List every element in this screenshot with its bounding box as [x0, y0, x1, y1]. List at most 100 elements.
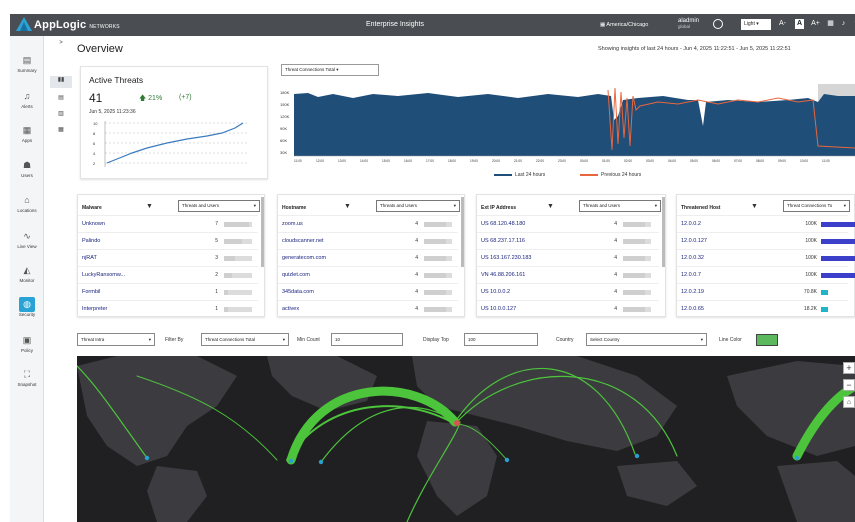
sidebar-item-policy[interactable]: ▣ Policy — [10, 332, 44, 362]
row-name[interactable]: 345data.com — [282, 289, 314, 295]
table-row[interactable]: 12.0.0.65 18.2K — [677, 300, 848, 317]
sort-select[interactable]: Threats and Users ▾ — [579, 200, 661, 212]
table-row[interactable]: generatecom.com 4 — [278, 249, 458, 266]
row-name[interactable]: 12.0.2.19 — [681, 289, 704, 295]
row-name[interactable]: cloudscanner.net — [282, 238, 324, 244]
table-row[interactable]: 12.0.0.32 100K — [677, 249, 855, 266]
active-threats-card[interactable]: Active Threats 41 🡅 21% (+7) Jun 5, 2025… — [80, 66, 268, 179]
row-name[interactable]: 12.0.0.65 — [681, 306, 704, 312]
row-name[interactable]: Palindo — [82, 238, 100, 244]
table-row[interactable]: Palindo 5 — [78, 232, 258, 249]
sidebar-item-alerts[interactable]: ♫ Alerts — [10, 88, 44, 118]
sidebar-item-monitor[interactable]: ◭ Monitor — [10, 262, 44, 292]
theme-select[interactable]: Light ▾ — [741, 19, 771, 30]
row-name[interactable]: US 68.120.48.180 — [481, 221, 525, 227]
table-row[interactable]: activex 4 — [278, 300, 458, 317]
filter-by-select[interactable]: Threat Connections Total ▾ — [201, 333, 289, 346]
row-name[interactable]: VN 46.88.206.161 — [481, 272, 525, 278]
row-name[interactable]: LuckyRansomw... — [82, 272, 125, 278]
threat-world-map[interactable] — [77, 356, 855, 522]
sidebar-item-summary[interactable]: ▤ Summary — [10, 52, 44, 82]
sidebar-item-locations[interactable]: ⌂ Locations — [10, 192, 44, 222]
row-name[interactable]: quizlet.com — [282, 272, 310, 278]
table-row[interactable]: Unknown 7 — [78, 215, 258, 232]
filter-icon[interactable]: ▼ — [146, 203, 153, 210]
sort-select[interactable]: Threats and Users ▾ — [178, 200, 260, 212]
notifications-bell-icon[interactable]: ♪ — [839, 19, 848, 29]
row-name[interactable]: Interpreter — [82, 306, 107, 312]
x-tick: 13:00 — [338, 159, 346, 163]
table-row[interactable]: US 163.167.230.183 4 — [477, 249, 659, 266]
table-row[interactable]: VN 46.88.206.161 4 — [477, 266, 659, 283]
dashboard-grid-icon[interactable]: ▦ — [826, 19, 835, 29]
min-count-input[interactable]: 10 — [331, 333, 403, 346]
table-row[interactable]: zoom.us 4 — [278, 215, 458, 232]
subnav-item-grid[interactable]: ▦ — [50, 126, 72, 138]
row-name[interactable]: njRAT — [82, 255, 97, 261]
sort-select[interactable]: Threats and Users ▾ — [376, 200, 460, 212]
row-name[interactable]: activex — [282, 306, 299, 312]
filter-icon[interactable]: ▼ — [344, 203, 351, 210]
table-row[interactable]: US 10.0.0.127 4 — [477, 300, 659, 317]
row-name[interactable]: 12.0.0.127 — [681, 238, 707, 244]
row-name[interactable]: US 68.237.17.116 — [481, 238, 525, 244]
row-name[interactable]: US 10.0.0.2 — [481, 289, 510, 295]
row-name[interactable]: zoom.us — [282, 221, 303, 227]
table-row[interactable]: US 10.0.0.2 4 — [477, 283, 659, 300]
table-row[interactable]: quizlet.com 4 — [278, 266, 458, 283]
row-name[interactable]: 12.0.0.2 — [681, 221, 701, 227]
line-color-swatch[interactable] — [756, 334, 778, 346]
timezone-label[interactable]: ▦ America/Chicago — [600, 22, 648, 28]
table-row[interactable]: Formbil 1 — [78, 283, 258, 300]
subnav-item-overview[interactable]: ▮▮ — [50, 76, 72, 88]
scrollbar[interactable] — [461, 197, 464, 267]
font-decrease-icon[interactable]: A- — [778, 19, 787, 29]
table-row[interactable]: 12.0.0.7 100K — [677, 266, 855, 283]
sidebar-item-security[interactable]: ◍ Security — [10, 296, 44, 326]
map-zoom-out-button[interactable]: − — [843, 379, 855, 391]
filter-icon[interactable]: ▼ — [751, 203, 758, 210]
font-increase-icon[interactable]: A+ — [811, 19, 820, 29]
subnav-item-list[interactable]: ▤ — [50, 94, 72, 106]
legend-previous-24h[interactable]: Previous 24 hours — [580, 172, 641, 178]
filter-icon[interactable]: ▼ — [547, 203, 554, 210]
font-normal-icon[interactable]: A — [795, 19, 804, 29]
sidebar-item-live-view[interactable]: ∿ Live View — [10, 228, 44, 258]
table-row[interactable]: 12.0.2.19 70.8K — [677, 283, 848, 300]
scrollbar[interactable] — [662, 197, 665, 267]
map-zoom-in-button[interactable]: + — [843, 362, 855, 374]
sidebar-item-snapshot[interactable]: ⛶ Snapshot — [10, 366, 44, 396]
table-row[interactable]: 12.0.0.127 100K — [677, 232, 855, 249]
table-row[interactable]: US 68.237.17.116 4 — [477, 232, 659, 249]
row-name[interactable]: Unknown — [82, 221, 105, 227]
user-info[interactable]: aladmin global — [678, 18, 699, 30]
x-tick: 19:00 — [470, 159, 478, 163]
table-row[interactable]: US 68.120.48.180 4 — [477, 215, 659, 232]
table-row[interactable]: Interpreter 1 — [78, 300, 258, 317]
table-row[interactable]: cloudscanner.net 4 — [278, 232, 458, 249]
row-name[interactable]: generatecom.com — [282, 255, 326, 261]
user-avatar-icon[interactable] — [713, 19, 723, 29]
scrollbar[interactable] — [261, 197, 264, 267]
map-home-button[interactable]: ⌂ — [843, 396, 855, 408]
sort-select[interactable]: Threat Connections To ▾ — [783, 200, 850, 212]
legend-last-24h[interactable]: Last 24 hours — [494, 172, 545, 178]
display-top-input[interactable]: 100 — [464, 333, 538, 346]
metric-select[interactable]: Threat Connections Total ▾ — [281, 64, 379, 76]
table-row[interactable]: 12.0.0.2 100K — [677, 215, 855, 232]
country-select[interactable]: Select Country ▾ — [586, 333, 707, 346]
view-select[interactable]: Threat Intra ▾ — [77, 333, 155, 346]
table-row[interactable]: 345data.com 4 — [278, 283, 458, 300]
brand-logo[interactable]: AppLogic NETWORKS — [34, 19, 120, 31]
sidebar-item-users[interactable]: ☗ Users — [10, 157, 44, 187]
row-name[interactable]: 12.0.0.32 — [681, 255, 704, 261]
expand-chevron-icon[interactable]: > — [50, 40, 72, 52]
row-name[interactable]: US 163.167.230.183 — [481, 255, 531, 261]
row-name[interactable]: US 10.0.0.127 — [481, 306, 516, 312]
table-row[interactable]: LuckyRansomw... 2 — [78, 266, 258, 283]
row-name[interactable]: Formbil — [82, 289, 100, 295]
row-name[interactable]: 12.0.0.7 — [681, 272, 701, 278]
subnav-item-table[interactable]: ▥ — [50, 110, 72, 122]
table-row[interactable]: njRAT 3 — [78, 249, 258, 266]
sidebar-item-apps[interactable]: ▦ Apps — [10, 122, 44, 152]
